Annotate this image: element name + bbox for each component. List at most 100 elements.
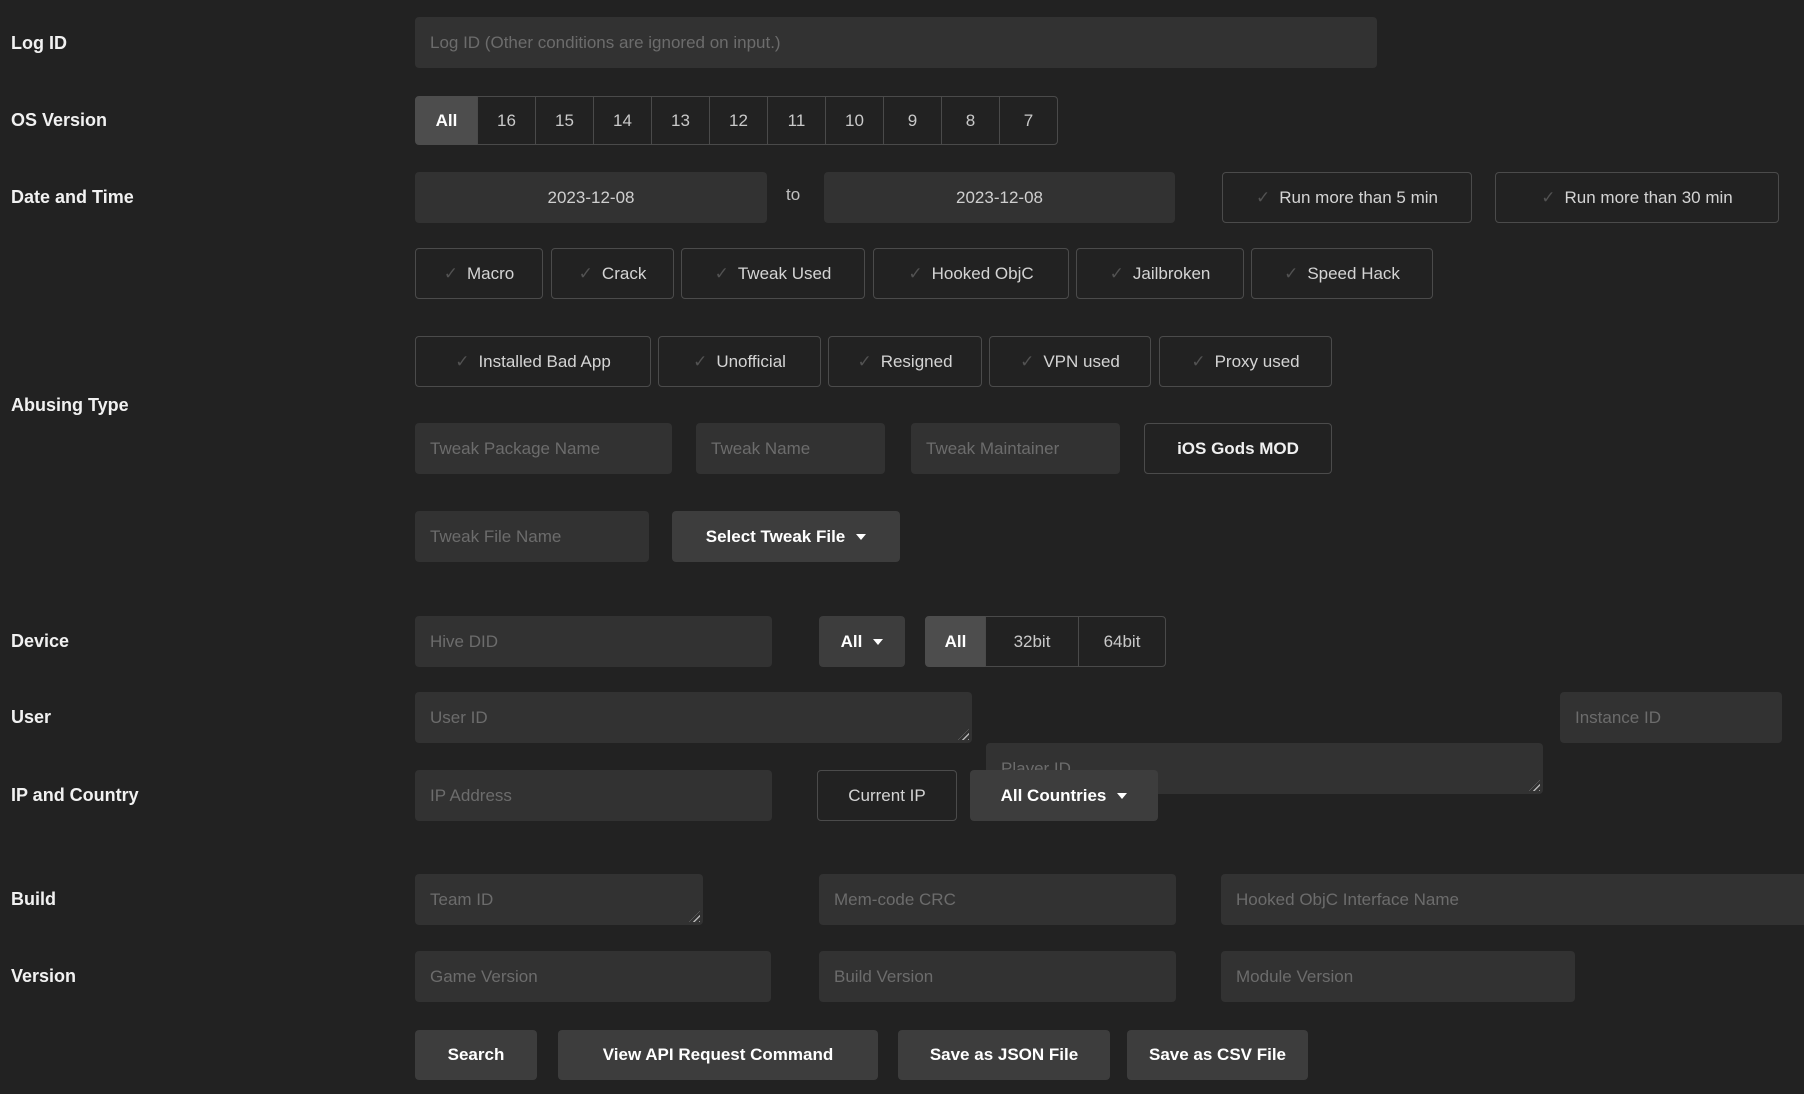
select-tweak-file-label: Select Tweak File bbox=[706, 527, 846, 547]
os-version-14-button[interactable]: 14 bbox=[593, 96, 652, 145]
check-icon: ✓ bbox=[857, 352, 871, 372]
build-row bbox=[0, 874, 1804, 925]
actions-row: Search View API Request Command Save as … bbox=[0, 1030, 1804, 1080]
os-version-7-button[interactable]: 7 bbox=[999, 96, 1058, 145]
user-id-field bbox=[415, 692, 972, 743]
user-row bbox=[0, 692, 1804, 743]
date-range-separator: to bbox=[786, 185, 800, 205]
os-version-8-button[interactable]: 8 bbox=[941, 96, 1000, 145]
date-from-input[interactable] bbox=[415, 172, 767, 223]
jailbroken-checkbox[interactable]: ✓ Jailbroken bbox=[1076, 248, 1244, 299]
os-version-13-button[interactable]: 13 bbox=[651, 96, 710, 145]
caret-down-icon bbox=[873, 639, 883, 645]
os-version-11-button[interactable]: 11 bbox=[767, 96, 826, 145]
abusing-tweak-file-row: Select Tweak File bbox=[0, 511, 1804, 562]
ip-address-input[interactable] bbox=[415, 770, 772, 821]
proxy-used-label: Proxy used bbox=[1215, 352, 1300, 372]
macro-checkbox[interactable]: ✓ Macro bbox=[415, 248, 543, 299]
os-version-15-button[interactable]: 15 bbox=[535, 96, 594, 145]
user-id-input[interactable] bbox=[415, 692, 972, 743]
hooked-objc-checkbox[interactable]: ✓ Hooked ObjC bbox=[873, 248, 1069, 299]
run-more-5min-checkbox[interactable]: ✓ Run more than 5 min bbox=[1222, 172, 1472, 223]
tweak-used-checkbox[interactable]: ✓ Tweak Used bbox=[681, 248, 865, 299]
check-icon: ✓ bbox=[715, 264, 729, 284]
tweak-file-name-input[interactable] bbox=[415, 511, 649, 562]
os-version-all-button[interactable]: All bbox=[415, 96, 478, 145]
os-version-row: All 16 15 14 13 12 11 10 9 8 7 bbox=[0, 96, 1804, 145]
device-model-dropdown-label: All bbox=[841, 632, 863, 652]
bitness-32bit-button[interactable]: 32bit bbox=[985, 616, 1079, 667]
save-json-button[interactable]: Save as JSON File bbox=[898, 1030, 1110, 1080]
check-icon: ✓ bbox=[579, 264, 593, 284]
speed-hack-checkbox[interactable]: ✓ Speed Hack bbox=[1251, 248, 1433, 299]
os-version-9-button[interactable]: 9 bbox=[883, 96, 942, 145]
os-version-12-button[interactable]: 12 bbox=[709, 96, 768, 145]
hive-did-input[interactable] bbox=[415, 616, 772, 667]
installed-bad-app-checkbox[interactable]: ✓ Installed Bad App bbox=[415, 336, 651, 387]
countries-dropdown[interactable]: All Countries bbox=[970, 770, 1158, 821]
device-row: All All 32bit 64bit bbox=[0, 616, 1804, 667]
select-tweak-file-dropdown[interactable]: Select Tweak File bbox=[672, 511, 900, 562]
check-icon: ✓ bbox=[1191, 352, 1205, 372]
game-version-input[interactable] bbox=[415, 951, 771, 1002]
run-more-30min-checkbox[interactable]: ✓ Run more than 30 min bbox=[1495, 172, 1779, 223]
vpn-used-checkbox[interactable]: ✓ VPN used bbox=[989, 336, 1151, 387]
jailbroken-label: Jailbroken bbox=[1133, 264, 1211, 284]
countries-dropdown-label: All Countries bbox=[1001, 786, 1107, 806]
crack-checkbox[interactable]: ✓ Crack bbox=[551, 248, 674, 299]
crack-label: Crack bbox=[602, 264, 646, 284]
bitness-64bit-button[interactable]: 64bit bbox=[1078, 616, 1166, 667]
memcode-crc-input[interactable] bbox=[819, 874, 1176, 925]
macro-label: Macro bbox=[467, 264, 514, 284]
abusing-checks-row1: ✓ Macro ✓ Crack ✓ Tweak Used ✓ Hooked Ob… bbox=[0, 248, 1804, 299]
build-version-input[interactable] bbox=[819, 951, 1176, 1002]
check-icon: ✓ bbox=[1020, 352, 1034, 372]
device-model-dropdown[interactable]: All bbox=[819, 616, 905, 667]
resigned-checkbox[interactable]: ✓ Resigned bbox=[828, 336, 982, 387]
check-icon: ✓ bbox=[455, 352, 469, 372]
view-api-request-button[interactable]: View API Request Command bbox=[558, 1030, 878, 1080]
date-time-row: to ✓ Run more than 5 min ✓ Run more than… bbox=[0, 172, 1804, 223]
os-version-16-button[interactable]: 16 bbox=[477, 96, 536, 145]
current-ip-button[interactable]: Current IP bbox=[817, 770, 957, 821]
ios-gods-mod-button[interactable]: iOS Gods MOD bbox=[1144, 423, 1332, 474]
caret-down-icon bbox=[856, 534, 866, 540]
tweak-used-label: Tweak Used bbox=[738, 264, 832, 284]
module-version-input[interactable] bbox=[1221, 951, 1575, 1002]
search-button[interactable]: Search bbox=[415, 1030, 537, 1080]
check-icon: ✓ bbox=[693, 352, 707, 372]
os-version-10-button[interactable]: 10 bbox=[825, 96, 884, 145]
save-csv-button[interactable]: Save as CSV File bbox=[1127, 1030, 1308, 1080]
log-id-input[interactable] bbox=[415, 17, 1377, 68]
version-row bbox=[0, 951, 1804, 1002]
abusing-type-label: Abusing Type bbox=[11, 395, 129, 416]
speed-hack-label: Speed Hack bbox=[1307, 264, 1400, 284]
tweak-maintainer-input[interactable] bbox=[911, 423, 1120, 474]
tweak-package-name-input[interactable] bbox=[415, 423, 672, 474]
installed-bad-app-label: Installed Bad App bbox=[478, 352, 610, 372]
abusing-checks-row2: ✓ Installed Bad App ✓ Unofficial ✓ Resig… bbox=[0, 336, 1804, 387]
bitness-all-button[interactable]: All bbox=[925, 616, 986, 667]
check-icon: ✓ bbox=[444, 264, 458, 284]
unofficial-label: Unofficial bbox=[716, 352, 786, 372]
team-id-field bbox=[415, 874, 703, 925]
team-id-input[interactable] bbox=[415, 874, 703, 925]
tweak-name-input[interactable] bbox=[696, 423, 885, 474]
log-id-row bbox=[0, 17, 1804, 68]
check-icon: ✓ bbox=[908, 264, 922, 284]
check-icon: ✓ bbox=[1256, 188, 1270, 208]
abusing-tweak-row: iOS Gods MOD bbox=[0, 423, 1804, 474]
hooked-objc-label: Hooked ObjC bbox=[932, 264, 1034, 284]
ip-country-row: Current IP All Countries bbox=[0, 770, 1804, 821]
log-search-form: Log ID OS Version Date and Time Abusing … bbox=[0, 0, 1804, 1094]
resigned-label: Resigned bbox=[881, 352, 953, 372]
date-to-input[interactable] bbox=[824, 172, 1175, 223]
unofficial-checkbox[interactable]: ✓ Unofficial bbox=[658, 336, 821, 387]
caret-down-icon bbox=[1117, 793, 1127, 799]
vpn-used-label: VPN used bbox=[1043, 352, 1120, 372]
instance-id-input[interactable] bbox=[1560, 692, 1782, 743]
check-icon: ✓ bbox=[1110, 264, 1124, 284]
check-icon: ✓ bbox=[1284, 264, 1298, 284]
hooked-objc-interface-input[interactable] bbox=[1221, 874, 1804, 925]
proxy-used-checkbox[interactable]: ✓ Proxy used bbox=[1159, 336, 1332, 387]
